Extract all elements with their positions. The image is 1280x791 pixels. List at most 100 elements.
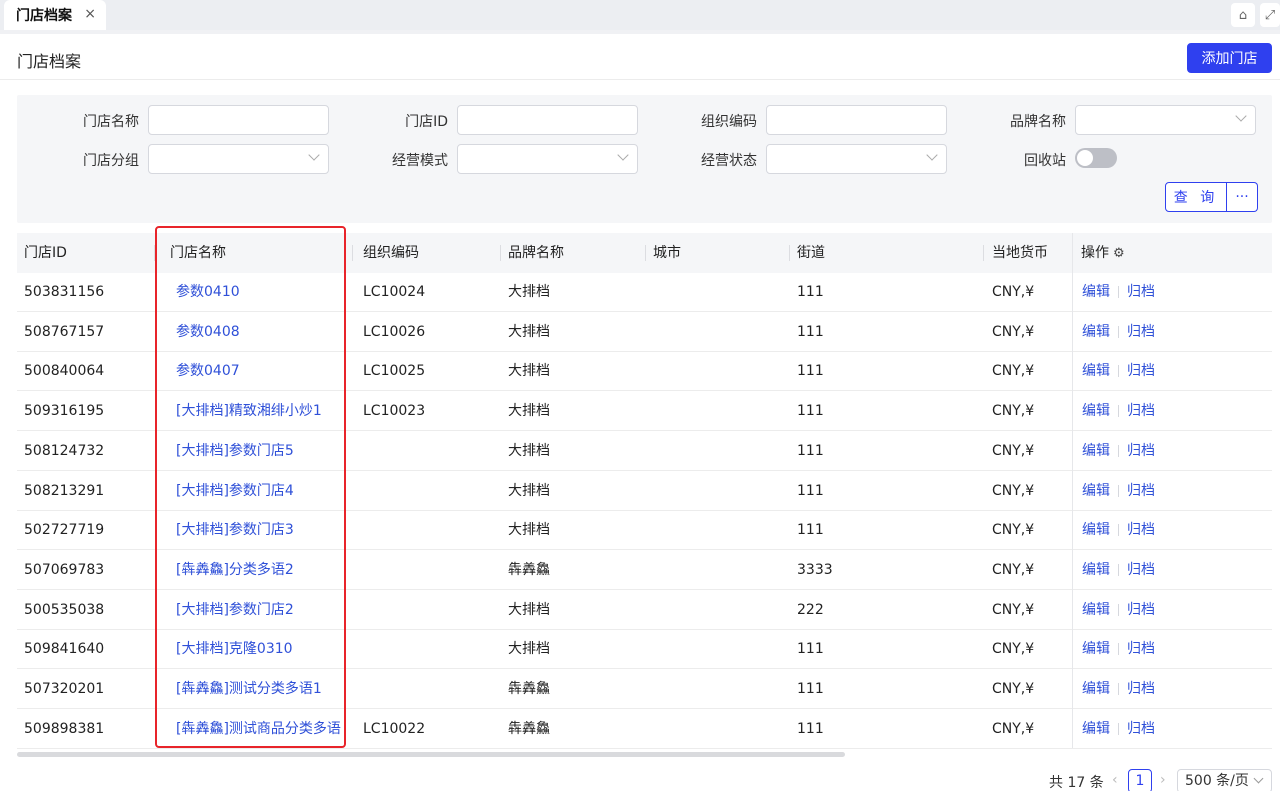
- archive-link[interactable]: 归档: [1127, 324, 1155, 340]
- cell-street: 111: [797, 482, 824, 499]
- cell-org-code: LC10023: [363, 403, 426, 420]
- recycle-toggle[interactable]: [1075, 148, 1117, 168]
- cell-brand-name: 犇羴鱻: [508, 561, 550, 578]
- cell-store-id: 509841640: [24, 641, 105, 658]
- table-row: 509316195 [大排档]精致湘绯小炒1 LC10023 大排档 111 CNY,¥ 编…: [17, 391, 1272, 432]
- cell-street: 111: [797, 442, 824, 459]
- cell-brand-name: 大排档: [508, 403, 550, 420]
- cell-store-id: 508767157: [24, 323, 105, 340]
- edit-link[interactable]: 编辑: [1082, 363, 1110, 379]
- gear-icon[interactable]: ⚙: [1113, 234, 1125, 273]
- chevron-right-icon[interactable]: ›: [1160, 772, 1166, 788]
- fullscreen-icon[interactable]: ⤢: [1260, 3, 1280, 27]
- close-icon[interactable]: ×: [84, 6, 96, 22]
- operation-separator: [1118, 643, 1119, 656]
- operation-separator: [1118, 365, 1119, 378]
- edit-link[interactable]: 编辑: [1082, 681, 1110, 697]
- archive-link[interactable]: 归档: [1127, 284, 1155, 300]
- cell-street: 111: [797, 681, 824, 697]
- edit-link[interactable]: 编辑: [1082, 483, 1110, 499]
- chevron-down-icon: [617, 149, 629, 161]
- cell-brand-name: 犇羴鱻: [508, 720, 550, 737]
- cell-brand-name: 大排档: [508, 641, 550, 658]
- cell-store-name[interactable]: [大排档]精致湘绯小炒1: [176, 391, 322, 431]
- edit-link[interactable]: 编辑: [1082, 284, 1110, 300]
- archive-link[interactable]: 归档: [1127, 721, 1155, 737]
- archive-link[interactable]: 归档: [1127, 483, 1155, 499]
- cell-operations: 编辑 归档: [1082, 669, 1155, 709]
- store-name-input[interactable]: [148, 105, 329, 135]
- cell-store-name[interactable]: [犇羴鱻]分类多语2: [176, 550, 294, 590]
- horizontal-scrollbar[interactable]: [17, 752, 845, 757]
- pagination-page-1[interactable]: 1: [1128, 769, 1152, 791]
- edit-link[interactable]: 编辑: [1082, 443, 1110, 459]
- cell-store-name[interactable]: [犇羴鱻]测试商品分类多语: [176, 709, 341, 749]
- tab-bar: 门店档案 × ⌂ ⤢: [0, 0, 1280, 30]
- cell-street: 111: [797, 403, 824, 420]
- cell-store-name[interactable]: [大排档]参数门店3: [176, 510, 294, 550]
- tab-store-archive[interactable]: 门店档案 ×: [4, 0, 106, 30]
- biz-status-select[interactable]: [766, 144, 947, 174]
- edit-link[interactable]: 编辑: [1082, 403, 1110, 419]
- more-button[interactable]: ···: [1227, 182, 1258, 212]
- edit-link[interactable]: 编辑: [1082, 562, 1110, 578]
- edit-link[interactable]: 编辑: [1082, 641, 1110, 657]
- table-header: 门店ID 门店名称 组织编码 品牌名称 城市 街道 当地货币 操作 ⚙: [17, 233, 1272, 273]
- page-title: 门店档案: [17, 52, 82, 71]
- archive-link[interactable]: 归档: [1127, 443, 1155, 459]
- edit-link[interactable]: 编辑: [1082, 324, 1110, 340]
- operation-separator: [1118, 405, 1119, 418]
- page-size-select[interactable]: 500 条/页: [1177, 769, 1272, 791]
- table-row: 503831156 参数0410 LC10024 大排档 111 CNY,¥ 编辑 归档: [17, 272, 1272, 312]
- cell-store-name[interactable]: [大排档]参数门店4: [176, 471, 294, 511]
- org-code-input[interactable]: [766, 105, 947, 135]
- archive-link[interactable]: 归档: [1127, 562, 1155, 578]
- store-group-select[interactable]: [148, 144, 329, 174]
- archive-link[interactable]: 归档: [1127, 602, 1155, 618]
- cell-store-id: 500840064: [24, 363, 105, 380]
- operation-separator: [1118, 603, 1119, 616]
- chevron-left-icon[interactable]: ‹: [1112, 772, 1118, 788]
- cell-store-id: 507069783: [24, 561, 105, 578]
- cell-operations: 编辑 归档: [1082, 351, 1155, 391]
- cell-street: 111: [797, 363, 824, 380]
- archive-link[interactable]: 归档: [1127, 403, 1155, 419]
- add-store-button[interactable]: 添加门店: [1187, 43, 1272, 73]
- cell-street: 111: [797, 720, 824, 737]
- cell-currency: CNY,¥: [992, 363, 1035, 380]
- building-icon[interactable]: ⌂: [1231, 3, 1255, 27]
- edit-link[interactable]: 编辑: [1082, 721, 1110, 737]
- operation-separator: [1118, 286, 1119, 298]
- tab-label: 门店档案: [16, 8, 72, 24]
- archive-link[interactable]: 归档: [1127, 681, 1155, 697]
- cell-store-name[interactable]: 参数0408: [176, 312, 240, 352]
- biz-mode-select[interactable]: [457, 144, 638, 174]
- query-button[interactable]: 查 询: [1165, 182, 1227, 212]
- cell-store-name[interactable]: [大排档]参数门店5: [176, 431, 294, 471]
- cell-store-name[interactable]: [大排档]参数门店2: [176, 590, 294, 630]
- archive-link[interactable]: 归档: [1127, 522, 1155, 538]
- archive-link[interactable]: 归档: [1127, 363, 1155, 379]
- filter-label-store-group: 门店分组: [83, 153, 139, 169]
- cell-brand-name: 大排档: [508, 482, 550, 499]
- cell-store-id: 500535038: [24, 601, 105, 618]
- filter-label-brand-name: 品牌名称: [1010, 114, 1066, 130]
- cell-store-name[interactable]: [犇羴鱻]测试分类多语1: [176, 669, 322, 709]
- cell-brand-name: 大排档: [508, 363, 550, 380]
- archive-link[interactable]: 归档: [1127, 641, 1155, 657]
- cell-store-name[interactable]: 参数0410: [176, 272, 240, 312]
- filter-label-store-name: 门店名称: [83, 114, 139, 130]
- cell-operations: 编辑 归档: [1082, 590, 1155, 630]
- col-street: 街道: [797, 245, 825, 261]
- edit-link[interactable]: 编辑: [1082, 602, 1110, 618]
- store-id-input[interactable]: [457, 105, 638, 135]
- filter-label-recycle: 回收站: [1024, 153, 1066, 169]
- edit-link[interactable]: 编辑: [1082, 522, 1110, 538]
- cell-store-name[interactable]: [大排档]克隆0310: [176, 629, 293, 669]
- col-org-code: 组织编码: [363, 245, 419, 261]
- cell-store-name[interactable]: 参数0407: [176, 351, 240, 391]
- operation-separator: [1118, 563, 1119, 576]
- table-row: 502727719 [大排档]参数门店3 大排档 111 CNY,¥ 编辑 归档: [17, 510, 1272, 551]
- brand-name-select[interactable]: [1075, 105, 1256, 135]
- operation-separator: [1118, 683, 1119, 695]
